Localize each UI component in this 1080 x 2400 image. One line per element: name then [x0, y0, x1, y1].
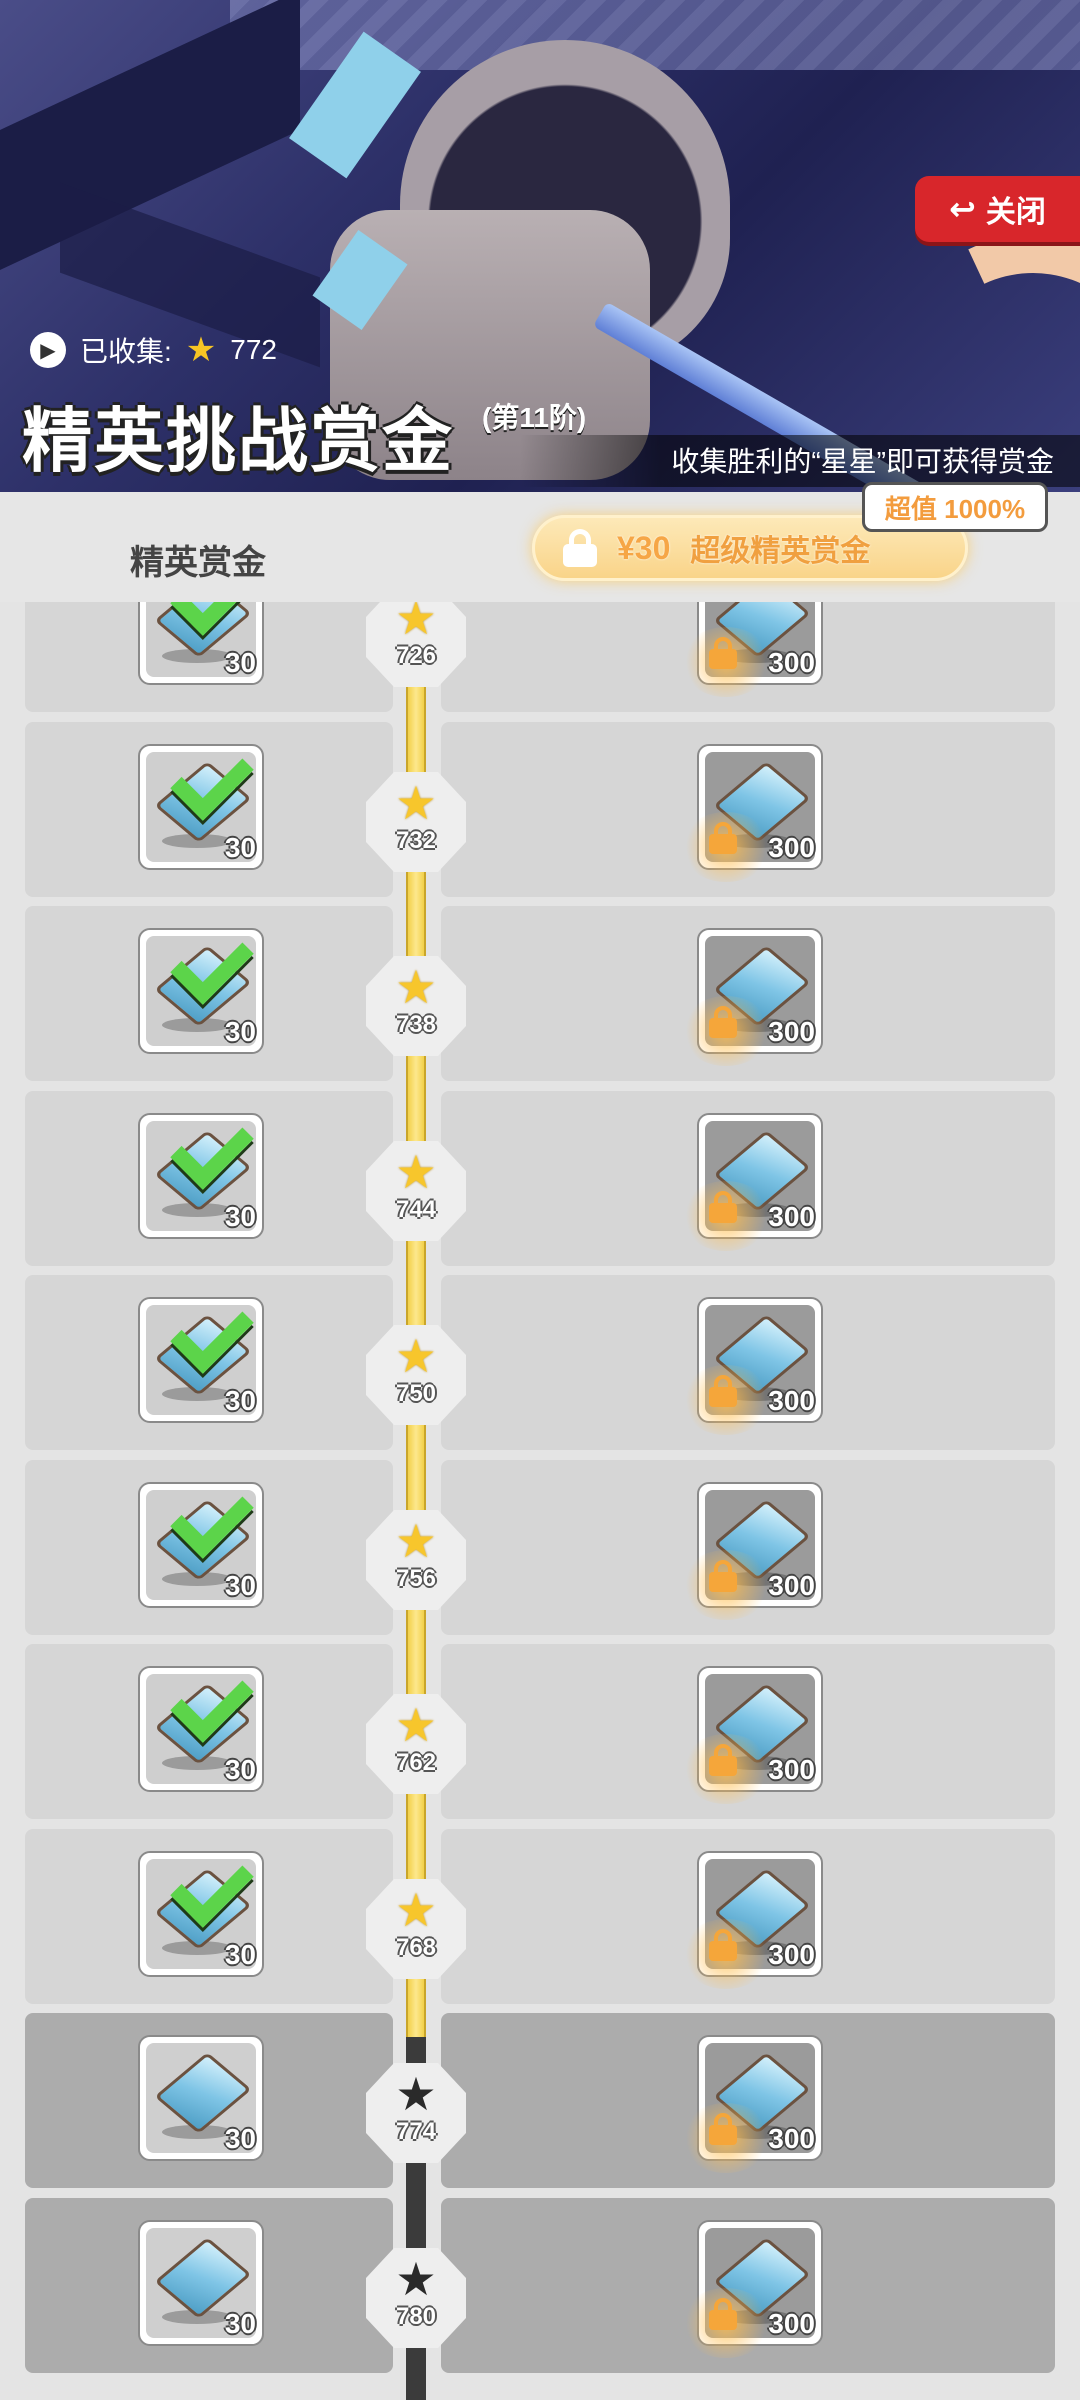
premium-reward-quantity: 300: [768, 1754, 815, 1785]
close-button[interactable]: ↩ 关闭: [915, 176, 1080, 242]
premium-reward-item[interactable]: 300: [681, 602, 823, 697]
star-icon: ★: [395, 961, 437, 1013]
collected-label: 已收集:: [80, 336, 172, 367]
reward-row: 30 300 ★ 756: [0, 1460, 1080, 1635]
lock-icon: [563, 529, 597, 567]
premium-reward-item[interactable]: 300: [681, 1113, 823, 1251]
free-track-title: 精英赏金: [130, 544, 266, 582]
free-reward-quantity: 30: [224, 647, 256, 678]
collected-count: 772: [230, 334, 277, 365]
lock-icon: [709, 1006, 737, 1038]
free-reward-item[interactable]: 30: [138, 1844, 264, 1977]
star-icon: ★: [395, 777, 437, 829]
reward-list[interactable]: 30 300 ★ 726 30 300 ★ 732 30 300 ★ 738 30 300 ★ 744 30 30…: [0, 602, 1080, 2400]
premium-reward-quantity: 300: [768, 1201, 815, 1232]
star-icon: ★: [395, 1146, 437, 1198]
star-icon: ★: [395, 2068, 437, 2120]
close-button-label: 关闭: [985, 196, 1046, 229]
reward-row: 30 300 ★ 732: [0, 722, 1080, 897]
star-threshold: 774: [395, 2118, 437, 2145]
reward-row: 30 300 ★ 768: [0, 1829, 1080, 2004]
return-arrow-icon: ↩: [949, 191, 976, 227]
reward-row: 30 300 ★ 744: [0, 1091, 1080, 1266]
reward-row: 30 300 ★ 780: [0, 2198, 1080, 2373]
premium-reward-quantity: 300: [768, 2123, 815, 2154]
lock-icon: [709, 1929, 737, 1961]
premium-reward-item[interactable]: 300: [681, 744, 823, 882]
lock-icon: [709, 2113, 737, 2145]
free-reward-quantity: 30: [224, 1754, 256, 1785]
premium-reward-item[interactable]: 300: [681, 1297, 823, 1435]
play-icon: ▶: [30, 332, 66, 368]
tier-label: (第11阶): [482, 402, 587, 433]
free-reward-item[interactable]: 30: [138, 1659, 264, 1792]
lock-icon: [709, 2298, 737, 2330]
premium-price: ¥30: [617, 529, 671, 566]
collected-stars[interactable]: ▶ 已收集: ★ 772: [30, 330, 277, 370]
star-threshold: 762: [395, 1749, 437, 1776]
premium-reward-quantity: 300: [768, 832, 815, 863]
star-threshold: 744: [395, 1196, 437, 1223]
lock-icon: [709, 822, 737, 854]
lock-icon: [709, 1191, 737, 1223]
free-reward-item[interactable]: 30: [138, 1475, 264, 1608]
free-reward-quantity: 30: [224, 832, 256, 863]
reward-row: 30 300 ★ 738: [0, 906, 1080, 1081]
star-icon: ★: [395, 1515, 437, 1567]
star-threshold: 726: [395, 642, 437, 669]
premium-reward-item[interactable]: 300: [681, 2035, 823, 2173]
premium-reward-quantity: 300: [768, 647, 815, 678]
free-reward-quantity: 30: [224, 2123, 256, 2154]
star-threshold: 756: [395, 1565, 437, 1592]
free-reward-quantity: 30: [224, 1570, 256, 1601]
star-threshold: 750: [395, 1380, 437, 1407]
premium-reward-item[interactable]: 300: [681, 2220, 823, 2358]
premium-reward-item[interactable]: 300: [681, 1666, 823, 1804]
free-reward-item[interactable]: 30: [138, 602, 264, 685]
free-reward-item[interactable]: 30: [138, 2220, 264, 2346]
free-reward-quantity: 30: [224, 1385, 256, 1416]
description: 收集胜利的“星星”即可获得赏金: [671, 446, 1054, 477]
free-reward-item[interactable]: 30: [138, 1106, 264, 1239]
premium-reward-quantity: 300: [768, 1939, 815, 1970]
star-icon: ★: [395, 1699, 437, 1751]
premium-reward-item[interactable]: 300: [681, 928, 823, 1066]
premium-reward-item[interactable]: 300: [681, 1482, 823, 1620]
free-reward-item[interactable]: 30: [138, 921, 264, 1054]
premium-reward-quantity: 300: [768, 1016, 815, 1047]
star-icon: ★: [395, 602, 437, 644]
reward-row: 30 300 ★ 726: [0, 602, 1080, 712]
free-reward-quantity: 30: [224, 1939, 256, 1970]
free-reward-quantity: 30: [224, 2308, 256, 2339]
premium-reward-item[interactable]: 300: [681, 1851, 823, 1989]
star-threshold: 732: [395, 827, 437, 854]
star-icon: ★: [395, 1884, 437, 1936]
star-icon: ★: [185, 331, 217, 369]
premium-reward-quantity: 300: [768, 1385, 815, 1416]
banner: ↩ 关闭 ▶ 已收集: ★ 772 精英挑战赏金 (第11阶) 收集胜利的“星星…: [0, 0, 1080, 492]
star-threshold: 738: [395, 1011, 437, 1038]
reward-row: 30 300 ★ 774: [0, 2013, 1080, 2188]
page-title: 精英挑战赏金: [22, 402, 454, 480]
free-reward-item[interactable]: 30: [138, 1290, 264, 1423]
free-reward-item[interactable]: 30: [138, 2035, 264, 2161]
free-reward-quantity: 30: [224, 1201, 256, 1232]
star-icon: ★: [395, 2253, 437, 2305]
lock-icon: [709, 1560, 737, 1592]
lock-icon: [709, 637, 737, 669]
lock-icon: [709, 1375, 737, 1407]
free-reward-item[interactable]: 30: [138, 737, 264, 870]
reward-row: 30 300 ★ 750: [0, 1275, 1080, 1450]
value-badge: 超值 1000%: [862, 482, 1048, 532]
free-reward-quantity: 30: [224, 1016, 256, 1047]
star-icon: ★: [395, 1330, 437, 1382]
lock-icon: [709, 1744, 737, 1776]
premium-reward-quantity: 300: [768, 2308, 815, 2339]
premium-track-title: 超级精英赏金: [690, 535, 871, 568]
star-threshold: 780: [395, 2303, 437, 2330]
star-threshold: 768: [395, 1934, 437, 1961]
reward-row: 30 300 ★ 762: [0, 1644, 1080, 1819]
premium-reward-quantity: 300: [768, 1570, 815, 1601]
